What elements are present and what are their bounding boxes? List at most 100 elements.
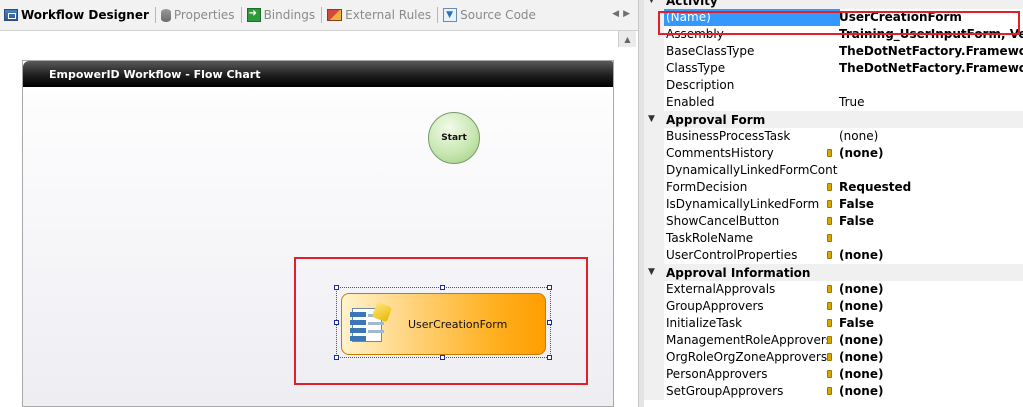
lock-icon: [827, 302, 832, 310]
category-header[interactable]: ▼ Activity: [644, 0, 1023, 9]
category-header[interactable]: ▼ Approval Information: [644, 264, 1023, 281]
property-row[interactable]: Enabled True: [644, 94, 1023, 111]
lock-icon: [827, 370, 832, 378]
property-name: CommentsHistory: [644, 145, 840, 162]
start-node[interactable]: Start: [428, 112, 480, 164]
property-row[interactable]: DynamicallyLinkedFormCont: [644, 162, 1023, 179]
canvas-top-strip: [0, 32, 638, 60]
property-value[interactable]: False: [839, 196, 874, 213]
bindings-icon: [246, 8, 261, 22]
property-grid[interactable]: ▼ Activity (Name) UserCreationForm Assembly T…: [644, 0, 1023, 407]
property-name: DynamicallyLinkedFormCont: [644, 162, 840, 179]
activity-label: UserCreationForm: [408, 317, 508, 331]
property-row[interactable]: BusinessProcessTask (none): [644, 128, 1023, 145]
tab-source-code[interactable]: Source Code: [441, 4, 539, 26]
flow-chart-title: EmpowerID Workflow - Flow Chart: [23, 61, 613, 87]
property-row[interactable]: ShowCancelButton False: [644, 213, 1023, 230]
database-icon: [160, 8, 171, 22]
property-row[interactable]: IsDynamicallyLinkedForm False: [644, 196, 1023, 213]
property-name: BaseClassType: [644, 43, 840, 60]
tab-label: Bindings: [263, 8, 316, 22]
property-row[interactable]: PersonApprovers (none): [644, 366, 1023, 383]
property-value[interactable]: (none): [839, 298, 883, 315]
tab-bindings[interactable]: Bindings: [245, 4, 319, 26]
source-code-icon: [443, 8, 458, 22]
tab-external-rules[interactable]: External Rules: [325, 4, 434, 26]
property-row[interactable]: Description: [644, 77, 1023, 94]
property-row[interactable]: UserControlProperties (none): [644, 247, 1023, 264]
category-label: Approval Information: [666, 265, 811, 280]
property-value[interactable]: (none): [839, 332, 883, 349]
property-value[interactable]: (none): [839, 349, 883, 366]
property-value[interactable]: TheDotNetFactory.Framewo: [839, 60, 1023, 77]
property-row[interactable]: CommentsHistory (none): [644, 145, 1023, 162]
property-row[interactable]: BaseClassType TheDotNetFactory.Framewo: [644, 43, 1023, 60]
property-value[interactable]: TheDotNetFactory.Framewo: [839, 43, 1023, 60]
property-row[interactable]: TaskRoleName: [644, 230, 1023, 247]
tab-label: Source Code: [460, 8, 536, 22]
designer-tab-bar: Workflow Designer Properties Bindings Ex…: [0, 0, 638, 31]
tab-workflow-designer[interactable]: Workflow Designer: [2, 4, 152, 26]
property-row[interactable]: FormDecision Requested: [644, 179, 1023, 196]
property-value[interactable]: (none): [839, 383, 883, 400]
collapse-triangle-icon[interactable]: ▼: [648, 267, 655, 277]
lock-icon: [827, 234, 832, 242]
resize-handle[interactable]: [547, 285, 552, 290]
chevron-up-icon[interactable]: ▲: [618, 31, 636, 47]
lock-icon: [827, 200, 832, 208]
property-row[interactable]: ClassType TheDotNetFactory.Framewo: [644, 60, 1023, 77]
resize-handle[interactable]: [547, 320, 552, 325]
resize-handle[interactable]: [440, 285, 445, 290]
property-row[interactable]: InitializeTask False: [644, 315, 1023, 332]
property-value[interactable]: True: [839, 94, 865, 111]
workflow-designer-pane: Workflow Designer Properties Bindings Ex…: [0, 0, 638, 407]
property-row[interactable]: SetGroupApprovers (none): [644, 383, 1023, 400]
property-name: TaskRoleName: [644, 230, 840, 247]
resize-handle[interactable]: [547, 355, 552, 360]
property-value[interactable]: False: [839, 213, 874, 230]
resize-handle[interactable]: [440, 355, 445, 360]
tab-label: Workflow Designer: [21, 8, 149, 22]
resize-handle[interactable]: [334, 320, 339, 325]
form-activity-icon: [350, 301, 394, 346]
property-value[interactable]: (none): [839, 128, 878, 145]
property-value[interactable]: Requested: [839, 179, 911, 196]
tab-properties[interactable]: Properties: [159, 4, 238, 26]
property-value[interactable]: (none): [839, 281, 883, 298]
property-row[interactable]: OrgRoleOrgZoneApprovers (none): [644, 349, 1023, 366]
property-value[interactable]: (none): [839, 145, 883, 162]
property-name: Enabled: [644, 94, 840, 111]
collapse-triangle-icon[interactable]: ▼: [648, 114, 655, 124]
lock-icon: [827, 217, 832, 225]
lock-icon: [827, 285, 832, 293]
property-row[interactable]: GroupApprovers (none): [644, 298, 1023, 315]
collapse-triangle-icon[interactable]: ▼: [648, 0, 655, 5]
flow-chart-canvas[interactable]: EmpowerID Workflow - Flow Chart Start Us…: [22, 60, 614, 407]
property-name: ClassType: [644, 60, 840, 77]
lock-icon: [827, 387, 832, 395]
resize-handle[interactable]: [334, 355, 339, 360]
tab-separator: [437, 7, 439, 23]
property-name: UserControlProperties: [644, 247, 840, 264]
category-label: Approval Form: [666, 112, 766, 127]
property-name: SetGroupApprovers: [644, 383, 840, 400]
property-name: PersonApprovers: [644, 366, 840, 383]
lock-icon: [827, 183, 832, 191]
property-value[interactable]: (none): [839, 247, 883, 264]
resize-handle[interactable]: [334, 285, 339, 290]
activity-user-creation-form[interactable]: UserCreationForm: [341, 293, 546, 355]
property-name: GroupApprovers: [644, 298, 840, 315]
property-name: ExternalApprovals: [644, 281, 840, 298]
category-header[interactable]: ▼ Approval Form: [644, 111, 1023, 128]
property-name: IsDynamicallyLinkedForm: [644, 196, 840, 213]
property-value[interactable]: (none): [839, 366, 883, 383]
property-value[interactable]: False: [839, 315, 874, 332]
rules-icon: [327, 9, 343, 21]
property-row[interactable]: ManagementRoleApprovers (none): [644, 332, 1023, 349]
property-row[interactable]: ExternalApprovals (none): [644, 281, 1023, 298]
tab-separator: [240, 7, 242, 23]
lock-icon: [827, 353, 832, 361]
tab-scroll-arrows[interactable]: ◀▶: [612, 9, 634, 19]
lock-icon: [827, 336, 832, 344]
property-name: InitializeTask: [644, 315, 840, 332]
